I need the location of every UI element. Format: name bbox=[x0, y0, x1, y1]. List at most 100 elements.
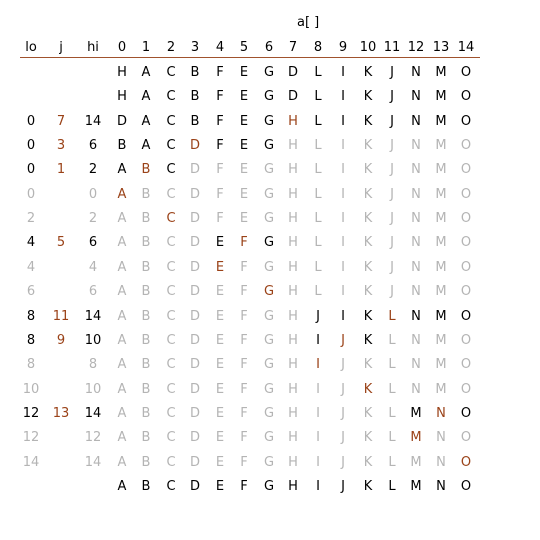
array-entry: M bbox=[435, 211, 447, 227]
array-entry: L bbox=[314, 138, 322, 154]
array-entry: D bbox=[189, 405, 200, 421]
array-entry: B bbox=[141, 235, 151, 251]
header-index: 12 bbox=[407, 40, 425, 55]
array-entry: E bbox=[215, 405, 225, 421]
array-entry: F bbox=[240, 478, 248, 494]
array-entry: C bbox=[166, 478, 176, 494]
array-entry: B bbox=[141, 211, 151, 227]
array-entry: H bbox=[288, 211, 298, 227]
row-j-value: 3 bbox=[56, 138, 66, 154]
array-entry: B bbox=[141, 405, 151, 421]
array-entry: A bbox=[141, 138, 151, 154]
array-entry: J bbox=[341, 405, 345, 421]
header-index: 9 bbox=[338, 40, 348, 55]
array-entry: N bbox=[411, 308, 421, 324]
row-hi-value: 10 bbox=[84, 381, 102, 397]
array-entry: E bbox=[239, 89, 249, 105]
array-entry: F bbox=[216, 162, 224, 178]
row-hi-value: 0 bbox=[88, 186, 98, 202]
array-entry: L bbox=[388, 478, 396, 494]
array-entry: C bbox=[166, 65, 176, 80]
array-entry: E bbox=[215, 478, 225, 494]
row-j-value: 11 bbox=[52, 308, 70, 324]
array-entry: L bbox=[314, 113, 322, 129]
array-entry: N bbox=[436, 454, 446, 470]
array-entry: H bbox=[288, 430, 298, 446]
array-entry: G bbox=[263, 186, 275, 202]
array-entry: D bbox=[189, 138, 200, 154]
array-entry: C bbox=[166, 89, 176, 105]
array-entry: B bbox=[117, 138, 127, 154]
array-entry: G bbox=[263, 478, 275, 494]
array-entry: K bbox=[363, 65, 373, 80]
array-entry: D bbox=[189, 478, 200, 494]
array-entry: L bbox=[388, 308, 396, 324]
array-entry: L bbox=[314, 186, 322, 202]
array-entry: K bbox=[363, 454, 373, 470]
array-entry: I bbox=[316, 454, 320, 470]
array-entry: L bbox=[388, 332, 396, 348]
row-lo-value: 2 bbox=[26, 211, 36, 227]
array-entry: N bbox=[411, 284, 421, 300]
array-entry: L bbox=[314, 162, 322, 178]
array-entry: D bbox=[189, 454, 200, 470]
array-entry: D bbox=[189, 235, 200, 251]
array-entry: K bbox=[363, 162, 373, 178]
array-entry: B bbox=[190, 89, 200, 105]
array-entry: D bbox=[189, 211, 200, 227]
array-entry: A bbox=[117, 211, 127, 227]
array-entry: F bbox=[240, 454, 248, 470]
array-entry: J bbox=[390, 65, 394, 80]
array-entry: G bbox=[263, 381, 275, 397]
array-entry: N bbox=[411, 138, 421, 154]
array-entry: J bbox=[341, 430, 345, 446]
array-entry: A bbox=[117, 308, 127, 324]
array-entry: J bbox=[341, 478, 345, 494]
header-index: 3 bbox=[190, 40, 200, 55]
row-hi-value: 12 bbox=[84, 430, 102, 446]
array-entry: J bbox=[316, 308, 320, 324]
header-rule bbox=[20, 57, 480, 58]
array-entry: M bbox=[435, 332, 447, 348]
header-index: 5 bbox=[239, 40, 249, 55]
array-entry: B bbox=[141, 430, 151, 446]
array-entry: G bbox=[263, 89, 275, 105]
array-entry: C bbox=[166, 284, 176, 300]
array-entry: D bbox=[189, 357, 200, 373]
array-entry: J bbox=[341, 381, 345, 397]
header-lo: lo bbox=[25, 40, 37, 55]
array-entry: N bbox=[411, 381, 421, 397]
array-entry: B bbox=[141, 284, 151, 300]
array-entry: F bbox=[216, 65, 224, 80]
array-entry: C bbox=[166, 332, 176, 348]
array-entry: G bbox=[263, 113, 275, 129]
array-entry: D bbox=[189, 381, 200, 397]
array-entry: O bbox=[460, 284, 472, 300]
array-entry: I bbox=[316, 357, 320, 373]
array-entry: F bbox=[216, 186, 224, 202]
header-index: 11 bbox=[383, 40, 401, 55]
array-entry: G bbox=[263, 430, 275, 446]
array-entry: O bbox=[460, 478, 472, 494]
array-entry: M bbox=[435, 235, 447, 251]
array-entry: A bbox=[141, 89, 151, 105]
array-entry: B bbox=[190, 65, 200, 80]
array-entry: N bbox=[411, 162, 421, 178]
array-entry: N bbox=[411, 89, 421, 105]
array-entry: J bbox=[341, 332, 345, 348]
array-entry: N bbox=[411, 332, 421, 348]
array-entry: M bbox=[410, 454, 422, 470]
array-entry: D bbox=[287, 89, 298, 105]
array-entry: E bbox=[215, 308, 225, 324]
array-entry: A bbox=[117, 332, 127, 348]
array-entry: D bbox=[189, 186, 200, 202]
array-entry: I bbox=[316, 381, 320, 397]
array-entry: L bbox=[314, 89, 322, 105]
array-entry: K bbox=[363, 308, 373, 324]
array-entry: A bbox=[117, 284, 127, 300]
array-entry: E bbox=[239, 113, 249, 129]
array-entry: C bbox=[166, 259, 176, 275]
row-lo-value: 4 bbox=[26, 259, 36, 275]
array-entry: O bbox=[460, 162, 472, 178]
row-lo-value: 0 bbox=[26, 113, 36, 129]
